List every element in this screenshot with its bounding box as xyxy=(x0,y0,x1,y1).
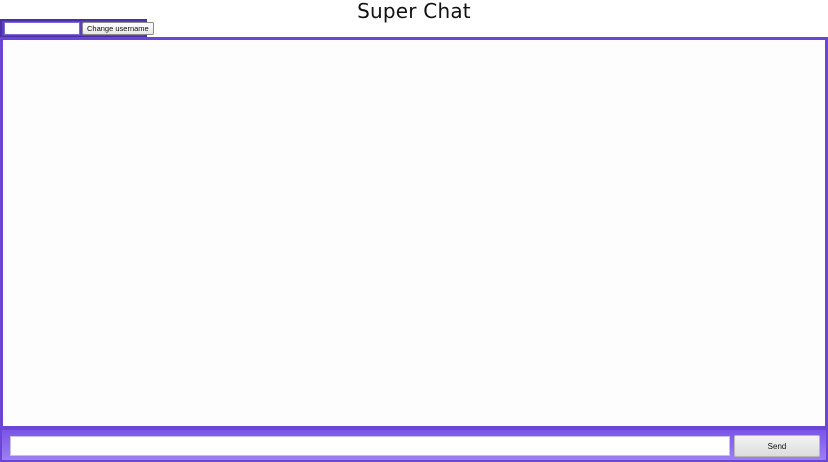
message-list[interactable] xyxy=(0,37,828,429)
send-button[interactable]: Send xyxy=(734,435,820,457)
username-input[interactable] xyxy=(4,22,80,35)
chat-page: Super Chat Change username Send xyxy=(0,0,828,462)
compose-bar: Send xyxy=(0,428,828,462)
username-bar: Change username xyxy=(0,19,154,38)
message-input[interactable] xyxy=(10,436,730,456)
change-username-button[interactable]: Change username xyxy=(82,22,154,35)
